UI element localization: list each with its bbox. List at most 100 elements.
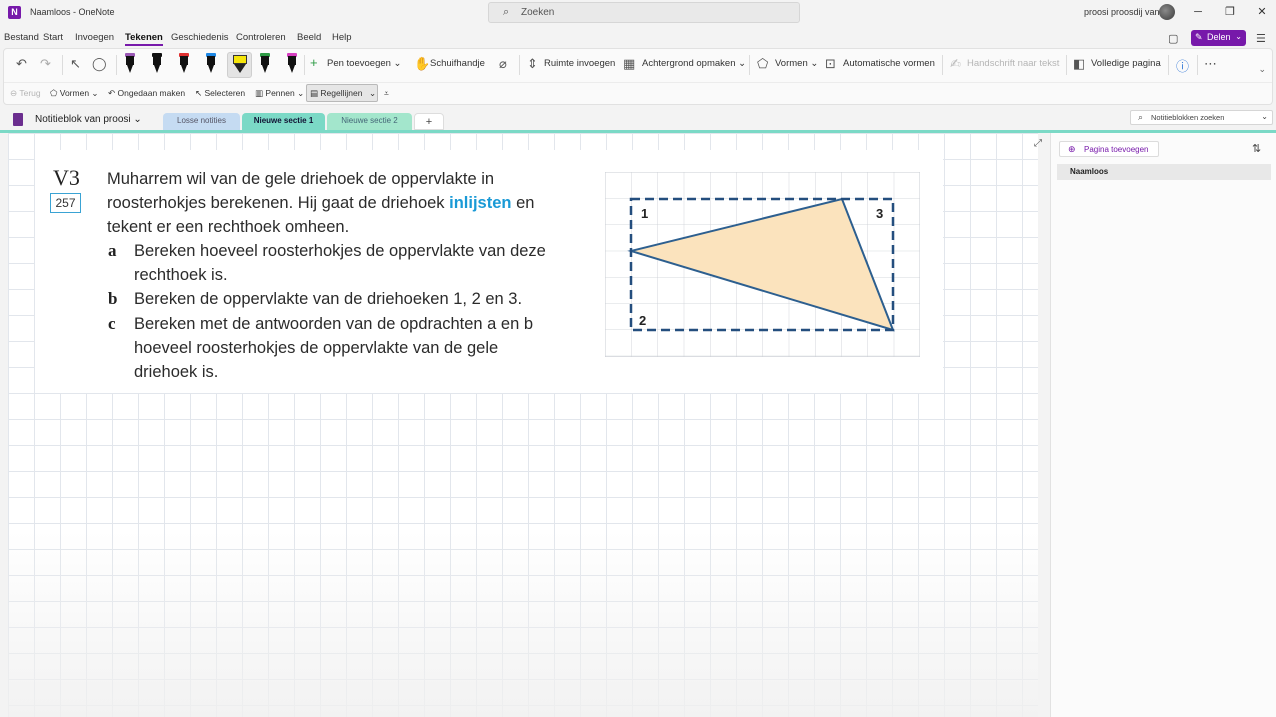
menu-start[interactable]: Start [43, 32, 63, 43]
customize-toolbar-icon[interactable]: ⩡ [384, 88, 389, 99]
avatar[interactable] [1159, 4, 1175, 20]
minimize-icon[interactable]: ─ [1188, 3, 1208, 21]
item-b-line-1: Bereken de oppervlakte van de driehoeken… [134, 290, 523, 308]
search-placeholder: Zoeken [521, 7, 555, 18]
highlight-word: inlijsten [449, 194, 512, 212]
auto-shapes-icon: ⊡ [825, 56, 836, 71]
rule-lines-button[interactable]: ▤ Regellijnen ⌄ [306, 84, 378, 102]
restore-icon[interactable]: ❐ [1220, 3, 1240, 21]
item-a-line-1: Bereken hoeveel roosterhokjes de oppervl… [134, 242, 546, 260]
item-letter-b: b [108, 289, 118, 308]
background-icon: ▦ [623, 56, 636, 71]
undo-button[interactable]: ↶ Ongedaan maken [108, 88, 185, 99]
select-button[interactable]: ↖ Selecteren [195, 88, 245, 99]
pen-green[interactable] [259, 53, 271, 75]
more-options-icon[interactable]: ⋯ [1204, 56, 1217, 72]
hand-button[interactable]: Schuifhandje [430, 58, 485, 69]
full-page-icon: ◧ [1073, 56, 1086, 71]
exercise-number: V3 [53, 165, 80, 190]
item-letter-a: a [108, 241, 117, 260]
item-c-line-2: hoeveel roosterhokjes de oppervlakte van… [134, 339, 499, 357]
pen-red[interactable] [178, 53, 190, 75]
intro-line-3: tekent er een rechthoek omheen. [107, 218, 350, 236]
lasso-icon[interactable]: ◯ [92, 56, 107, 72]
chevron-down-icon: ⌄ [1261, 112, 1268, 121]
region-label-1: 1 [641, 206, 648, 221]
search-icon: ⌕ [503, 6, 510, 18]
background-button[interactable]: Achtergrond opmaken ⌄ [642, 58, 746, 69]
ink-to-text-button[interactable]: Handschrift naar tekst [967, 58, 1059, 69]
onenote-logo-icon: N [8, 6, 21, 19]
menu-geschiedenis[interactable]: Geschiedenis [171, 32, 229, 43]
expand-icon[interactable]: ⤢ [1034, 138, 1042, 149]
share-button[interactable]: ✎ Delen ⌄ [1191, 30, 1246, 46]
chevron-down-icon: ⌄ [369, 88, 377, 98]
full-page-button[interactable]: Volledige pagina [1091, 58, 1161, 69]
hand-icon: ✋ [414, 56, 431, 71]
back-button[interactable]: ⊖ Terug [10, 88, 41, 99]
section-tab-losse-notities[interactable]: Losse notities [163, 113, 240, 130]
page-list-item[interactable]: Naamloos [1057, 164, 1271, 180]
notebook-icon [13, 113, 23, 126]
menu-controleren[interactable]: Controleren [236, 32, 286, 43]
comments-icon[interactable]: ☰ [1256, 32, 1266, 45]
section-bar: Notitieblok van proosi ⌄ Losse notities … [0, 108, 1276, 132]
item-a-line-2: rechthoek is. [134, 266, 228, 284]
page-reference-box: 257 [50, 193, 81, 213]
pen-magenta[interactable] [286, 53, 298, 75]
page-list-panel [1050, 133, 1276, 717]
ribbon-draw-tools: ↶ ↷ ↖ ◯ + Pen toevoegen ⌄ ✋ Schuifhandje… [4, 49, 1272, 80]
ribbon-quick-row: ⊖ Terug ⬠ Vormen ⌄ ↶ Ongedaan maken ↖ Se… [4, 82, 1272, 104]
add-section-button[interactable]: + [414, 113, 444, 130]
redo-icon[interactable]: ↷ [40, 56, 51, 72]
undo-icon[interactable]: ↶ [16, 56, 27, 72]
search-input[interactable]: ⌕ Zoeken [488, 2, 800, 23]
menu-help[interactable]: Help [332, 32, 352, 43]
add-page-icon: ⊕ [1068, 144, 1076, 154]
item-c-line-1: Bereken met de antwoorden van de opdrach… [134, 315, 534, 333]
intro-line-2: roosterhokjes berekenen. Hij gaat de dri… [107, 194, 535, 212]
ribbon-expand-chevron-icon[interactable]: ⌄ [1258, 64, 1266, 75]
select-cursor-icon[interactable]: ↖ [70, 56, 81, 72]
quick-shapes-button[interactable]: ⬠ Vormen ⌄ [50, 88, 99, 99]
user-name[interactable]: proosi proosdij van [1084, 7, 1160, 17]
shapes-button[interactable]: Vormen ⌄ [775, 58, 818, 69]
search-icon: ⌕ [1138, 112, 1144, 122]
item-c-line-3: driehoek is. [134, 363, 219, 381]
add-page-button[interactable]: ⊕ Pagina toevoegen [1059, 141, 1159, 157]
share-icon: ✎ [1195, 32, 1203, 42]
shapes-icon: ⬠ [757, 56, 769, 71]
section-tab-nieuwe-sectie-1[interactable]: Nieuwe sectie 1 [242, 113, 325, 130]
item-letter-c: c [108, 314, 116, 333]
region-label-2: 2 [639, 313, 646, 328]
notebook-selector[interactable]: Notitieblok van proosi ⌄ [35, 114, 142, 125]
notebook-search-input[interactable]: ⌕ Notitieblokken zoeken ⌄ [1130, 110, 1273, 125]
insert-space-icon: ⇕ [527, 56, 538, 71]
notes-icon[interactable]: ▢ [1168, 32, 1178, 45]
add-pen-button[interactable]: Pen toevoegen ⌄ [327, 58, 402, 69]
section-tab-nieuwe-sectie-2[interactable]: Nieuwe sectie 2 [327, 113, 412, 130]
menu-beeld[interactable]: Beeld [297, 32, 321, 43]
pens-button[interactable]: ▥ Pennen ⌄ [255, 88, 304, 99]
highlighter-yellow-selected[interactable] [227, 52, 252, 78]
auto-shapes-button[interactable]: Automatische vormen [843, 58, 935, 69]
add-pen-icon: + [310, 55, 318, 70]
ink-to-text-icon: ✍ [950, 56, 961, 71]
menu-tekenen[interactable]: Tekenen [125, 32, 163, 46]
ruler-icon[interactable]: ⌀ [499, 56, 507, 72]
region-label-3: 3 [876, 206, 883, 221]
pen-black-purple[interactable] [124, 53, 136, 75]
help-icon[interactable]: ⓘ [1176, 56, 1189, 75]
sort-icon[interactable]: ⇅ [1252, 142, 1261, 155]
menu-invoegen[interactable]: Invoegen [75, 32, 114, 43]
intro-line-1: Muharrem wil van de gele driehoek de opp… [107, 170, 495, 188]
chevron-down-icon: ⌄ [1235, 32, 1242, 41]
close-icon[interactable]: ✕ [1252, 3, 1272, 21]
triangle-grid-figure: 1 2 3 [605, 172, 920, 357]
menu-bestand[interactable]: Bestand [4, 32, 39, 43]
menu-bar: Bestand Start Invoegen Tekenen Geschiede… [0, 30, 1276, 46]
pen-black[interactable] [151, 53, 163, 75]
window-title: Naamloos - OneNote [30, 7, 115, 17]
pen-blue[interactable] [205, 53, 217, 75]
insert-space-button[interactable]: Ruimte invoegen [544, 58, 615, 69]
